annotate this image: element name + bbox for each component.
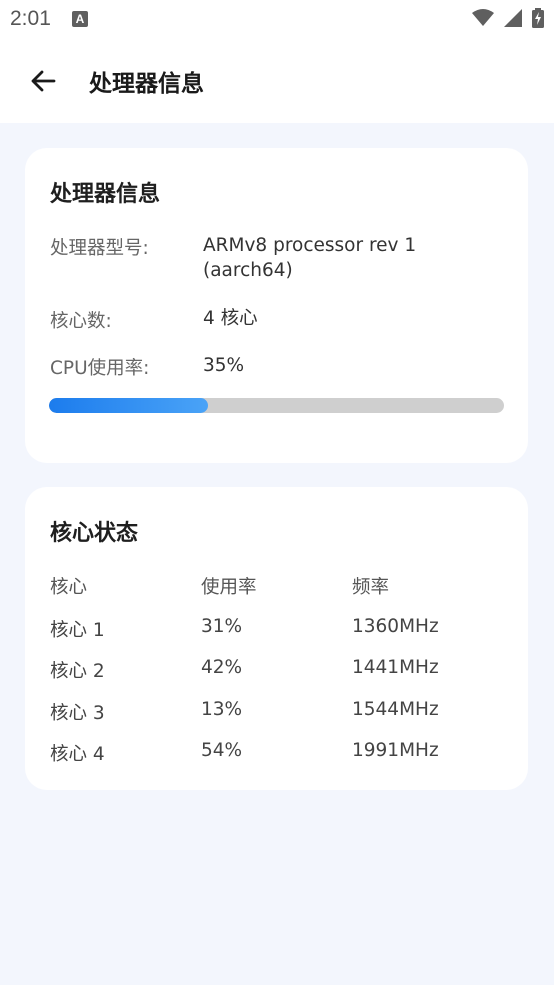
back-button[interactable] (22, 60, 64, 102)
notification-icon: A (72, 11, 88, 27)
status-icons (472, 8, 544, 28)
table-row: 核心 3 13% 1544MHz (25, 699, 528, 729)
processor-info-card: 处理器信息 处理器型号: ARMv8 processor rev 1 (aarc… (25, 148, 528, 463)
page-title: 处理器信息 (89, 71, 204, 97)
status-bar: 2:01 A (0, 0, 554, 40)
core-usage: 42% (201, 657, 243, 678)
table-row: 核心 4 54% 1991MHz (25, 740, 528, 770)
core-status-title: 核心状态 (50, 521, 139, 546)
cpu-usage-label: CPU使用率: (50, 358, 150, 379)
core-usage: 13% (201, 699, 243, 720)
core-frequency: 1441MHz (352, 657, 439, 678)
arrow-left-icon (31, 70, 56, 92)
app-bar: 处理器信息 (0, 40, 554, 123)
column-header-frequency: 频率 (352, 577, 390, 598)
core-name: 核心 4 (50, 744, 105, 765)
wifi-icon (472, 9, 494, 26)
signal-icon (504, 9, 522, 27)
core-name: 核心 2 (50, 661, 105, 682)
status-time: 2:01 (10, 7, 51, 30)
core-name: 核心 3 (50, 703, 105, 724)
cpu-usage-progress-bar (49, 398, 504, 413)
model-label: 处理器型号: (50, 238, 149, 259)
cpu-usage-value: 35% (203, 355, 245, 376)
column-header-core: 核心 (50, 577, 88, 598)
table-row: 核心 1 31% 1360MHz (25, 616, 528, 646)
core-usage: 54% (201, 740, 243, 761)
core-frequency: 1991MHz (352, 740, 439, 761)
cpu-usage-progress-fill (49, 398, 209, 413)
battery-charging-icon (532, 8, 544, 28)
column-header-usage: 使用率 (201, 577, 257, 598)
core-name: 核心 1 (50, 620, 105, 641)
core-frequency: 1360MHz (352, 616, 439, 637)
model-value: ARMv8 processor rev 1 (aarch64) (203, 235, 417, 281)
cores-label: 核心数: (50, 311, 112, 332)
core-usage: 31% (201, 616, 243, 637)
processor-card-title: 处理器信息 (50, 182, 161, 207)
core-frequency: 1544MHz (352, 699, 439, 720)
core-status-card: 核心状态 核心 使用率 频率 核心 1 31% 1360MHz 核心 2 42%… (25, 487, 528, 790)
cores-value: 4 核心 (203, 308, 258, 329)
table-row: 核心 2 42% 1441MHz (25, 657, 528, 687)
